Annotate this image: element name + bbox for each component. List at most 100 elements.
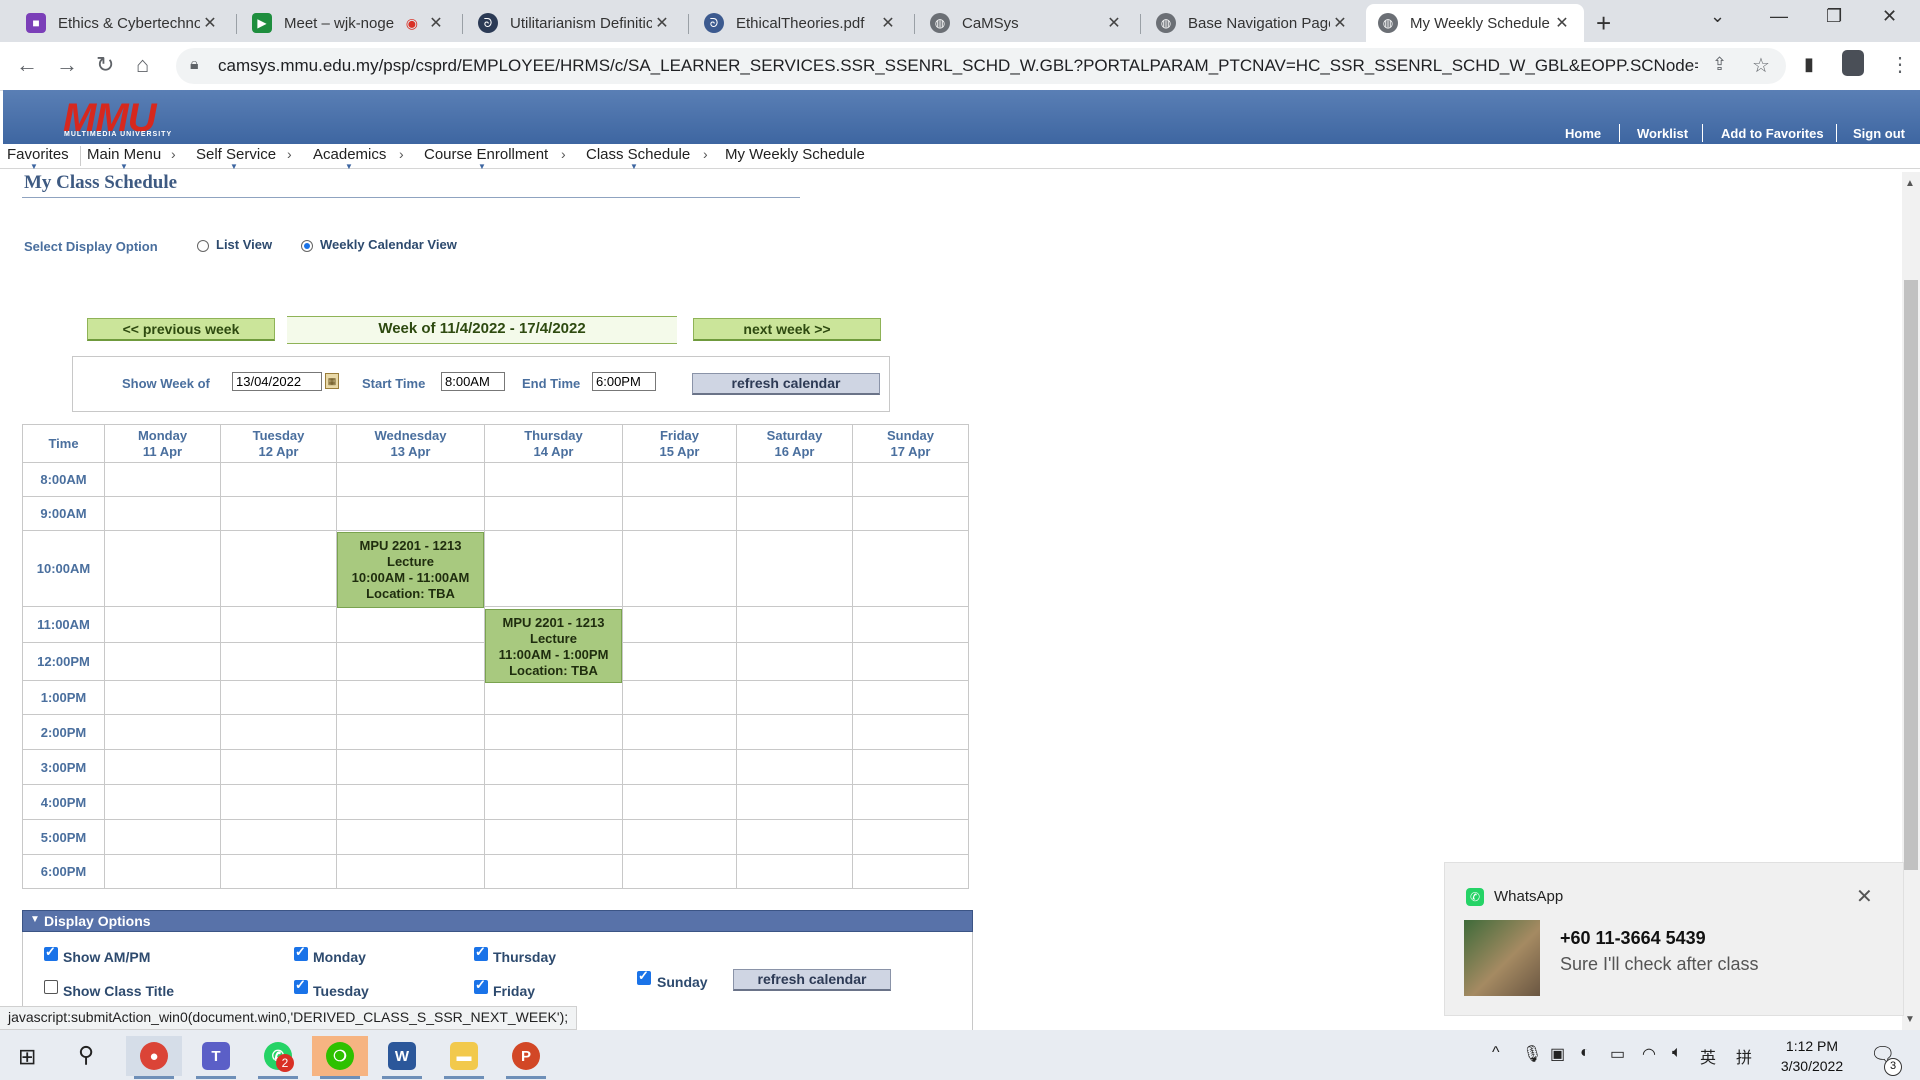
breadcrumb-academics[interactable]: Academics	[313, 146, 386, 163]
show-class-title-label[interactable]: Show Class Title	[63, 983, 174, 999]
display-icon[interactable]: ▣	[1550, 1044, 1565, 1064]
next-week-button[interactable]: next week >>	[693, 318, 881, 341]
battery-icon[interactable]: ▭	[1610, 1044, 1625, 1064]
close-icon[interactable]: ✕	[1552, 13, 1572, 33]
maximize-button[interactable]: ❐	[1826, 6, 1842, 27]
previous-week-button[interactable]: << previous week	[87, 318, 275, 341]
browser-tab-pdf[interactable]: ᘐ EthicalTheories.pdf ✕	[692, 4, 910, 42]
close-window-button[interactable]: ✕	[1882, 6, 1897, 27]
display-options-header[interactable]	[22, 910, 973, 932]
browser-tab-ethics[interactable]: ■ Ethics & Cybertechnol ✕	[14, 4, 232, 42]
thursday-label[interactable]: Thursday	[493, 949, 556, 965]
search-icon[interactable]: ⚲	[78, 1042, 94, 1068]
lock-icon[interactable]: 🔒︎	[190, 56, 199, 74]
browser-tab-utilitarianism[interactable]: ᘐ Utilitarianism Definitic ✕	[466, 4, 684, 42]
scrollbar-thumb[interactable]	[1904, 280, 1918, 870]
refresh-calendar-button-2[interactable]: refresh calendar	[733, 969, 891, 991]
breadcrumb-favorites[interactable]: Favorites	[7, 146, 69, 163]
header-divider	[1619, 124, 1620, 142]
home-icon[interactable]: ⌂	[136, 52, 149, 78]
volume-icon[interactable]: 🔈︎	[1672, 1044, 1682, 1062]
taskbar-wechat[interactable]: ❍	[312, 1036, 368, 1076]
ime-language-indicator[interactable]: 英	[1700, 1044, 1716, 1068]
microphone-icon[interactable]: 🎙︎	[1522, 1044, 1542, 1064]
taskbar-word[interactable]: W	[374, 1036, 430, 1076]
class-block-thursday[interactable]: MPU 2201 - 1213 Lecture 11:00AM - 1:00PM…	[485, 609, 622, 683]
show-ampm-label[interactable]: Show AM/PM	[63, 949, 150, 965]
browser-tab-weekly-schedule[interactable]: ◍ My Weekly Schedule ✕	[1366, 4, 1584, 42]
calendar-icon[interactable]: ▦	[325, 373, 339, 389]
tuesday-label[interactable]: Tuesday	[313, 983, 369, 999]
header-link-home[interactable]: Home	[1565, 126, 1601, 141]
header-link-add-favorites[interactable]: Add to Favorites	[1721, 126, 1824, 141]
refresh-calendar-button[interactable]: refresh calendar	[692, 373, 880, 395]
back-arrow-icon[interactable]: ←	[16, 52, 38, 78]
reload-icon[interactable]: ↻	[96, 52, 114, 78]
list-view-radio[interactable]	[197, 240, 209, 252]
menu-kebab-icon[interactable]: ⋮	[1890, 52, 1910, 77]
scroll-up-arrow-icon[interactable]: ▲	[1905, 178, 1915, 189]
friday-checkbox[interactable]	[474, 977, 488, 994]
browser-tab-camsys[interactable]: ◍ CaMSys ✕	[918, 4, 1136, 42]
profile-avatar[interactable]	[1842, 50, 1864, 76]
close-icon[interactable]: ✕	[1104, 13, 1124, 33]
close-icon[interactable]: ✕	[200, 13, 220, 33]
sunday-label[interactable]: Sunday	[657, 974, 708, 990]
time-slot-label: 8:00AM	[22, 462, 105, 497]
tab-title: Ethics & Cybertechnol	[58, 14, 200, 32]
sync-icon[interactable]: ◐	[1580, 1044, 1590, 1062]
browser-tab-meet[interactable]: ▶ Meet – wjk-noge ◉ ✕	[240, 4, 458, 42]
table-row: 2:00PM	[22, 714, 969, 750]
scroll-down-arrow-icon[interactable]: ▼	[1905, 1014, 1915, 1025]
tab-search-icon[interactable]: ⌄	[1710, 6, 1725, 27]
start-time-input[interactable]: 8:00AM	[441, 372, 505, 391]
purple-square-icon: ■	[26, 13, 46, 33]
taskbar-powerpoint[interactable]: P	[498, 1036, 554, 1076]
day-header-monday: Monday 11 Apr	[104, 424, 221, 463]
sunday-checkbox[interactable]	[637, 968, 651, 985]
header-link-sign-out[interactable]: Sign out	[1853, 126, 1905, 141]
share-icon[interactable]: ⇪	[1712, 54, 1727, 75]
windows-start-icon[interactable]: ⊞	[18, 1044, 36, 1070]
weekly-calendar-view-radio[interactable]	[301, 240, 313, 252]
monday-label[interactable]: Monday	[313, 949, 366, 965]
end-time-input[interactable]: 6:00PM	[592, 372, 656, 391]
collapse-triangle-icon[interactable]: ▼	[30, 914, 40, 925]
new-tab-button[interactable]: +	[1596, 8, 1611, 39]
url-text[interactable]: camsys.mmu.edu.my/psp/csprd/EMPLOYEE/HRM…	[218, 56, 1698, 76]
header-link-worklist[interactable]: Worklist	[1637, 126, 1688, 141]
thursday-checkbox[interactable]	[474, 944, 488, 961]
bookmark-star-icon[interactable]: ☆	[1752, 53, 1770, 78]
wifi-icon[interactable]: ◠	[1642, 1044, 1656, 1064]
browser-tab-base-navigation[interactable]: ◍ Base Navigation Page ✕	[1144, 4, 1362, 42]
show-class-title-checkbox[interactable]	[44, 980, 58, 994]
weekly-calendar-view-label[interactable]: Weekly Calendar View	[320, 237, 457, 252]
friday-label[interactable]: Friday	[493, 983, 535, 999]
taskbar-chrome[interactable]: ●	[126, 1036, 182, 1076]
close-icon[interactable]: ✕	[426, 13, 446, 33]
side-panel-icon[interactable]: ▮	[1804, 54, 1814, 75]
show-ampm-checkbox[interactable]	[44, 944, 58, 961]
close-icon[interactable]: ✕	[1856, 884, 1873, 909]
close-icon[interactable]: ✕	[652, 13, 672, 33]
class-block-wednesday[interactable]: MPU 2201 - 1213 Lecture 10:00AM - 11:00A…	[337, 532, 484, 608]
ime-mode-indicator[interactable]: 拼	[1736, 1044, 1752, 1068]
taskbar-file-explorer[interactable]: ▬	[436, 1036, 492, 1076]
breadcrumb-course-enrollment[interactable]: Course Enrollment	[424, 146, 548, 163]
breadcrumb-self-service[interactable]: Self Service	[196, 146, 276, 163]
minimize-button[interactable]: —	[1770, 6, 1788, 27]
forward-arrow-icon[interactable]: →	[56, 52, 78, 78]
show-week-input[interactable]: 13/04/2022	[232, 372, 322, 391]
breadcrumb-class-schedule[interactable]: Class Schedule	[586, 146, 690, 163]
display-options-title[interactable]: Display Options	[44, 913, 151, 929]
close-icon[interactable]: ✕	[1330, 13, 1350, 33]
monday-checkbox[interactable]	[294, 944, 308, 961]
powerpoint-icon: P	[512, 1042, 540, 1070]
list-view-label[interactable]: List View	[216, 237, 272, 252]
tuesday-checkbox[interactable]	[294, 977, 308, 994]
taskbar-clock[interactable]: 1:12 PM 3/30/2022	[1762, 1036, 1862, 1076]
chevron-up-icon[interactable]: ^	[1492, 1044, 1500, 1062]
taskbar-teams[interactable]: T	[188, 1036, 244, 1076]
breadcrumb-main-menu[interactable]: Main Menu	[87, 146, 161, 163]
close-icon[interactable]: ✕	[878, 13, 898, 33]
